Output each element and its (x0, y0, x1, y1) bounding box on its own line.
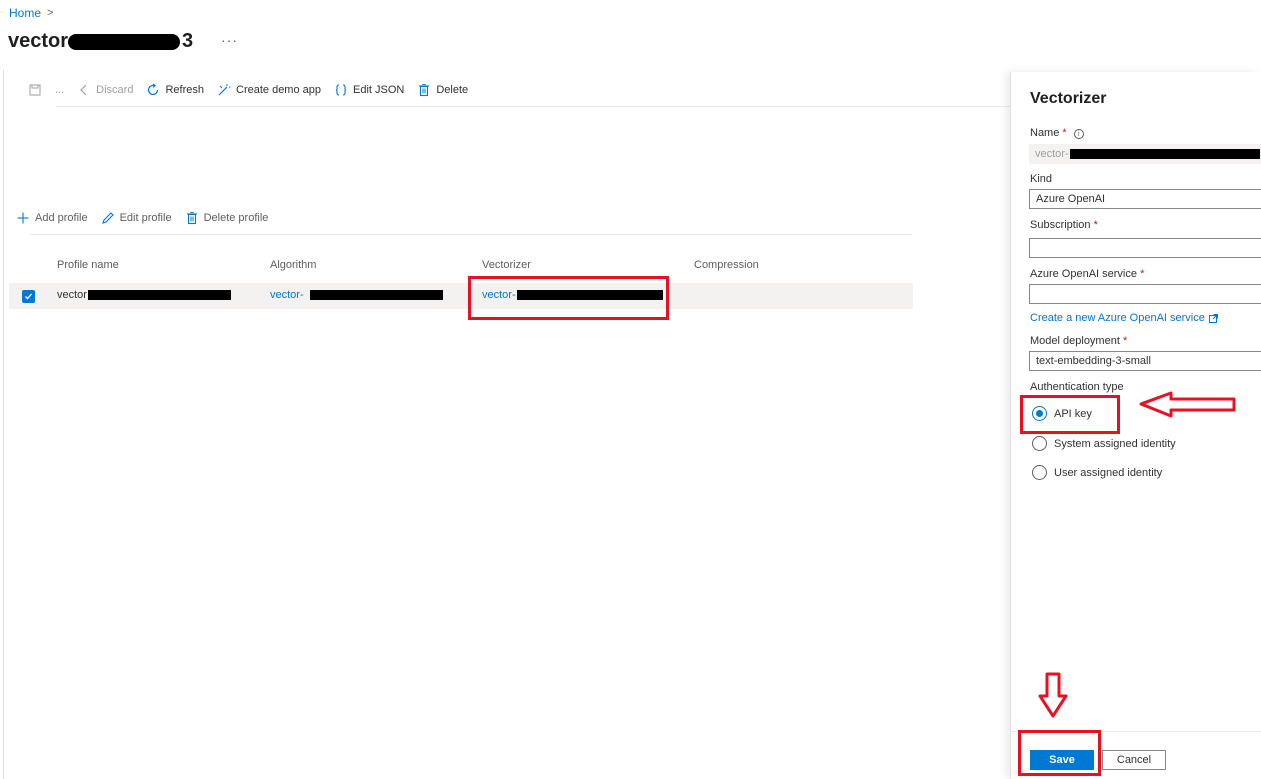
create-demo-app-label: Create demo app (236, 84, 321, 96)
profile-toolbar: Add profile Edit profile Delete profile (16, 211, 281, 225)
name-field: vector- (1029, 144, 1261, 164)
checkmark-icon (25, 293, 32, 300)
column-header-compression[interactable]: Compression (694, 259, 759, 271)
column-header-profile-name[interactable]: Profile name (57, 259, 119, 271)
chevron-left-icon (80, 84, 87, 96)
refresh-label: Refresh (165, 84, 204, 96)
subscription-label-text: Subscription (1030, 219, 1091, 231)
profile-toolbar-divider (30, 234, 912, 235)
subscription-label: Subscription * (1030, 219, 1098, 231)
down-arrow-annotation (1038, 672, 1068, 718)
cell-profile-name: vector (57, 289, 231, 301)
save-toolbar-button[interactable] (28, 81, 42, 99)
auth-option-system-identity[interactable]: System assigned identity (1032, 436, 1176, 451)
auth-option-label: User assigned identity (1054, 466, 1163, 479)
model-deployment-label-text: Model deployment (1030, 335, 1120, 347)
discard-button[interactable]: Discard (77, 81, 133, 99)
azure-openai-service-label: Azure OpenAI service * (1030, 268, 1144, 280)
table-row[interactable]: vector vector- vector- (9, 283, 913, 309)
model-deployment-dropdown[interactable]: text-embedding-3-small (1029, 351, 1261, 371)
delete-profile-label: Delete profile (203, 212, 269, 224)
delete-label: Delete (436, 84, 469, 96)
page-title-prefix: vector (8, 30, 69, 52)
azure-openai-service-dropdown[interactable] (1029, 284, 1261, 304)
kind-label: Kind (1030, 173, 1053, 185)
highlight-box-save (1018, 730, 1101, 776)
discard-label: Discard (96, 84, 134, 96)
toolbar-more-button[interactable]: ... (55, 81, 64, 99)
edit-profile-button[interactable]: Edit profile (101, 211, 172, 225)
name-value: vector- (1035, 148, 1069, 160)
external-link-icon (1208, 313, 1218, 323)
radio-button[interactable] (1032, 465, 1047, 480)
edit-json-label: Edit JSON (353, 84, 405, 96)
panel-title: Vectorizer (1030, 90, 1107, 107)
kind-dropdown[interactable]: Azure OpenAI (1029, 189, 1261, 209)
create-openai-service-link[interactable]: Create a new Azure OpenAI service (1030, 312, 1218, 324)
save-icon (29, 84, 41, 96)
authentication-type-label: Authentication type (1030, 381, 1124, 393)
required-indicator: * (1062, 127, 1067, 139)
name-label-text: Name (1030, 127, 1060, 139)
create-demo-app-button[interactable]: Create demo app (217, 81, 321, 99)
braces-icon (335, 84, 347, 96)
pencil-icon (101, 212, 114, 224)
highlight-box-api-key (1020, 395, 1120, 434)
page-title-suffix: 3 (182, 30, 194, 52)
redacted-block (68, 33, 181, 50)
column-header-vectorizer[interactable]: Vectorizer (482, 259, 531, 271)
azure-openai-service-label-text: Azure OpenAI service (1030, 268, 1137, 280)
cell-algorithm-link[interactable]: vector- (270, 289, 443, 301)
column-header-algorithm[interactable]: Algorithm (270, 259, 316, 271)
subscription-dropdown[interactable] (1029, 238, 1261, 258)
auth-option-user-identity[interactable]: User assigned identity (1032, 465, 1162, 480)
page-title: vector 3 (8, 30, 193, 53)
cancel-button[interactable]: Cancel (1102, 750, 1166, 770)
trash-icon (419, 83, 430, 97)
trash-icon (186, 211, 197, 225)
add-profile-button[interactable]: Add profile (16, 211, 88, 225)
highlight-box-vectorizer (468, 276, 669, 320)
create-openai-service-link-text: Create a new Azure OpenAI service (1030, 312, 1205, 324)
magic-wand-icon (218, 84, 231, 96)
more-actions-button[interactable]: ··· (221, 32, 238, 48)
redacted-block (309, 290, 443, 300)
breadcrumb: Home > (9, 6, 53, 20)
refresh-icon (148, 83, 159, 96)
plus-icon (17, 212, 29, 224)
required-indicator: * (1093, 219, 1098, 231)
delete-button[interactable]: Delete (417, 81, 468, 99)
model-deployment-label: Model deployment * (1030, 335, 1127, 347)
name-label: Name * i (1030, 127, 1084, 139)
left-arrow-annotation (1139, 391, 1236, 418)
delete-profile-button[interactable]: Delete profile (185, 211, 269, 225)
toolbar-more-label: ... (55, 84, 65, 96)
refresh-button[interactable]: Refresh (146, 81, 204, 99)
toolbar-divider (56, 106, 1011, 107)
redacted-block (87, 290, 231, 300)
content-frame-border (3, 70, 4, 779)
info-icon[interactable]: i (1073, 129, 1084, 139)
redacted-block (1069, 149, 1260, 159)
auth-option-label: System assigned identity (1054, 437, 1176, 450)
breadcrumb-separator: > (47, 7, 54, 19)
required-indicator: * (1140, 268, 1145, 280)
breadcrumb-home-link[interactable]: Home (9, 6, 41, 20)
radio-button[interactable] (1032, 436, 1047, 451)
edit-profile-label: Edit profile (119, 212, 172, 224)
add-profile-label: Add profile (35, 212, 88, 224)
profile-name-text: vector (57, 289, 87, 301)
required-indicator: * (1122, 335, 1128, 347)
row-checkbox[interactable] (22, 290, 35, 303)
algorithm-text: vector- (270, 289, 304, 301)
edit-json-button[interactable]: Edit JSON (334, 81, 404, 99)
command-toolbar: ... Discard Refresh Create demo app Edit… (28, 81, 481, 99)
